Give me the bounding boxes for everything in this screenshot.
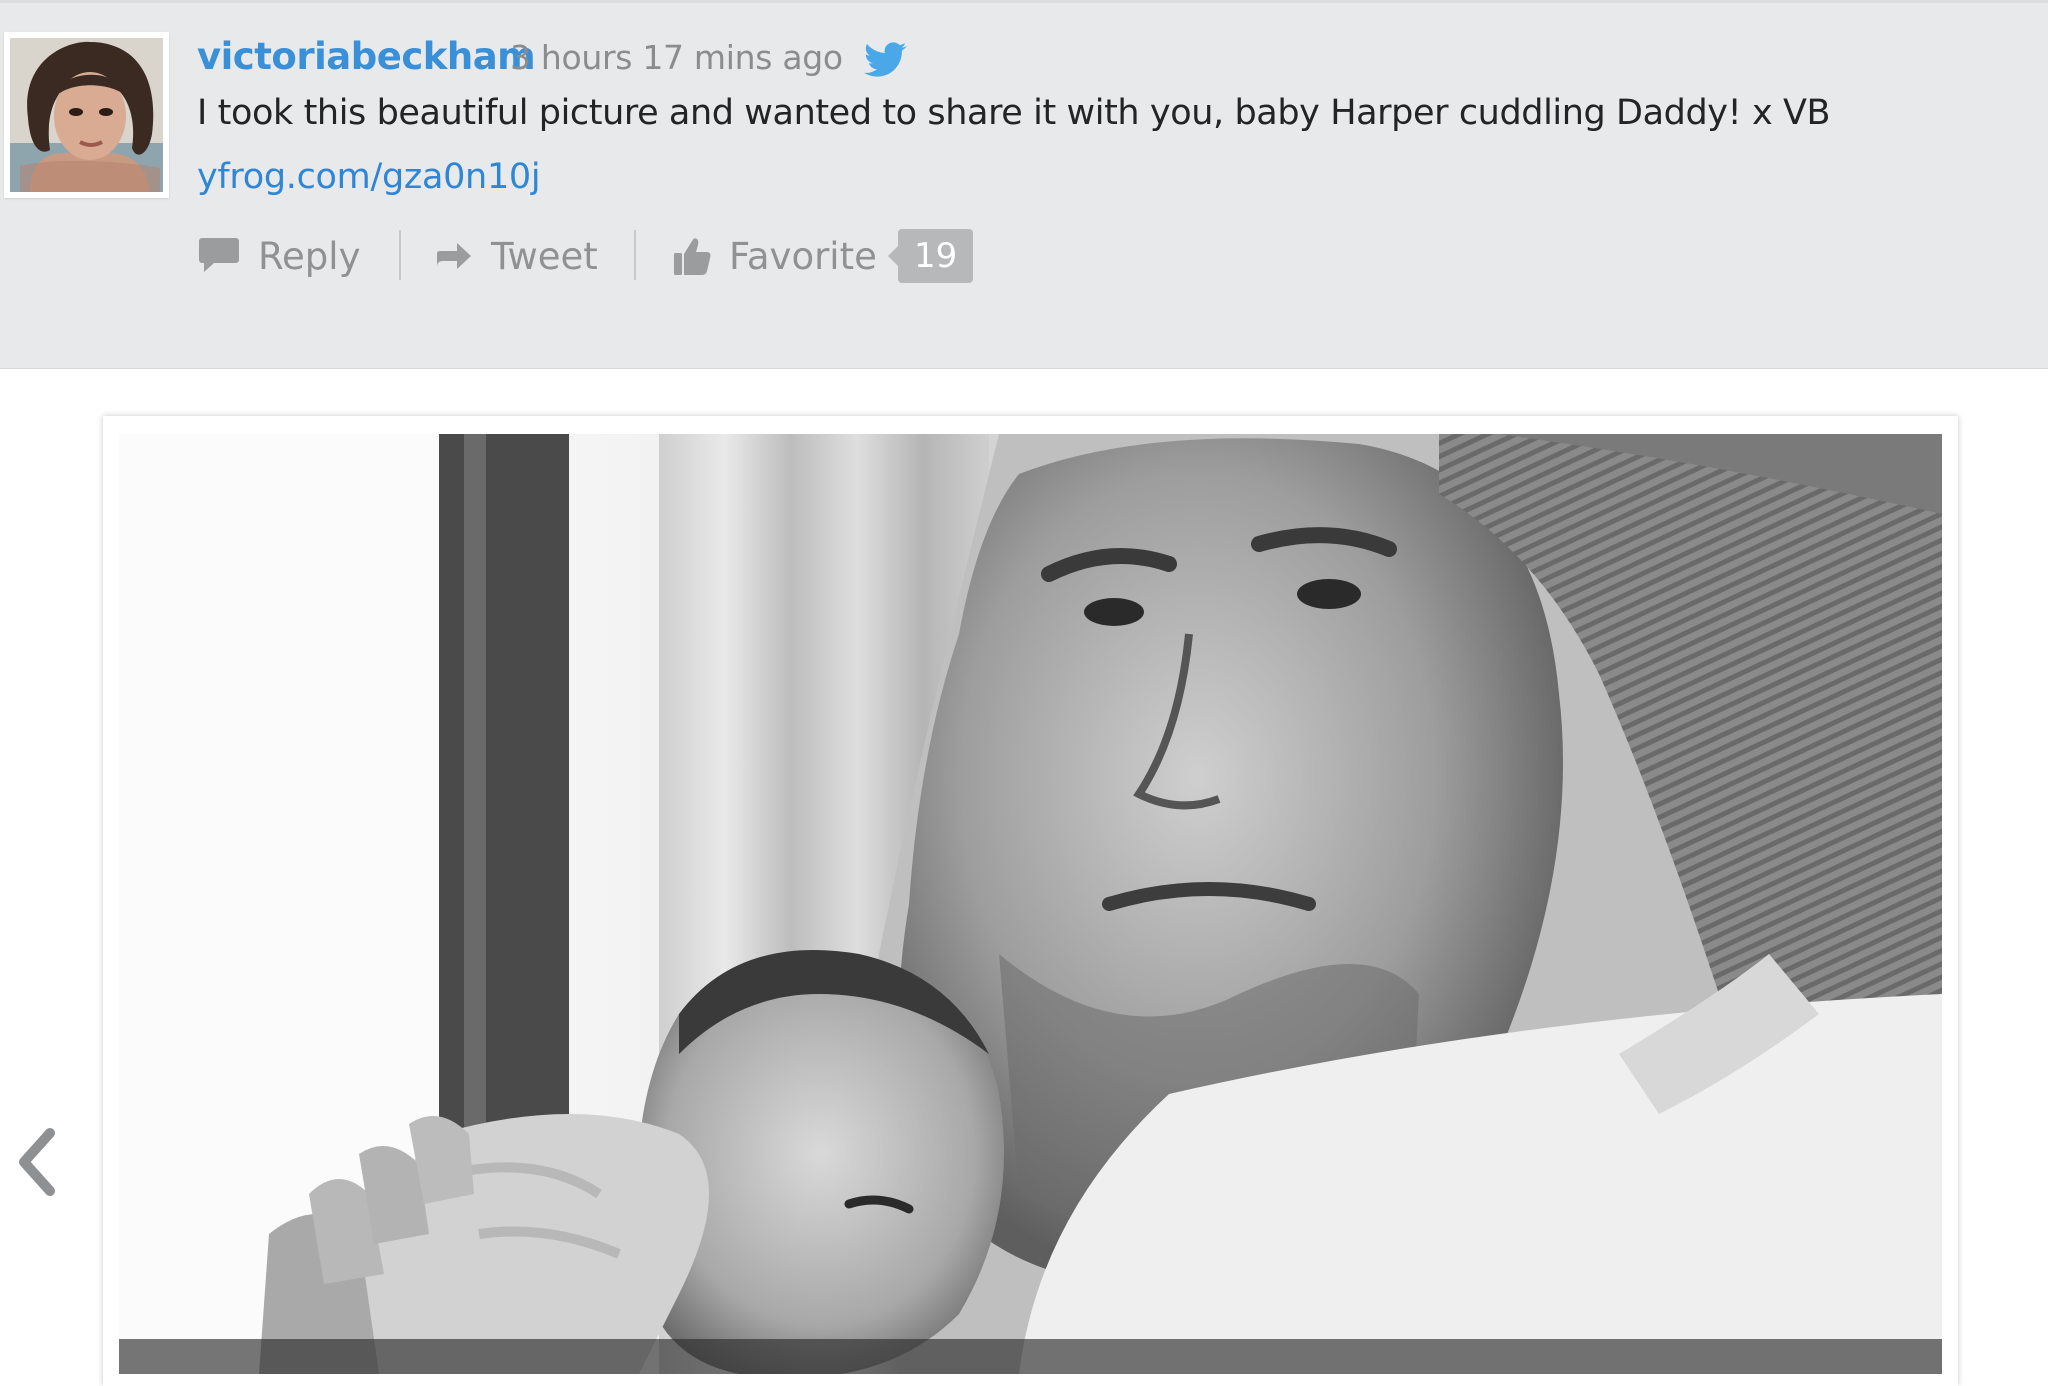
favorite-label: Favorite	[729, 234, 877, 278]
tweet-card: victoriabeckham 3 hours 17 mins ago I to…	[0, 0, 2048, 369]
retweet-label: Tweet	[491, 234, 598, 278]
username-link[interactable]: victoriabeckham	[197, 35, 536, 78]
retweet-button[interactable]: Tweet	[433, 228, 598, 284]
reply-button[interactable]: Reply	[198, 228, 360, 284]
action-divider	[634, 230, 636, 280]
speech-bubble-icon	[198, 236, 240, 276]
top-divider	[0, 0, 2048, 3]
tweet-photo[interactable]	[119, 434, 1942, 1374]
twitter-bird-icon	[862, 41, 908, 77]
action-divider	[399, 230, 401, 280]
photo-card	[103, 416, 1958, 1386]
avatar[interactable]	[4, 32, 169, 198]
chevron-left-icon	[12, 1128, 60, 1203]
reply-label: Reply	[258, 234, 361, 278]
previous-photo-button[interactable]	[12, 1125, 60, 1199]
tweet-text: I took this beautiful picture and wanted…	[197, 93, 1831, 133]
thumbs-up-icon	[673, 236, 711, 276]
avatar-image	[10, 38, 163, 192]
favorite-button[interactable]: Favorite	[673, 228, 877, 284]
arrow-right-icon	[433, 241, 473, 271]
photo-image	[119, 434, 1942, 1374]
timestamp[interactable]: 3 hours 17 mins ago	[510, 38, 843, 77]
favorite-count-badge: 19	[887, 229, 974, 283]
tweet-media-link[interactable]: yfrog.com/gza0n10j	[197, 157, 541, 197]
